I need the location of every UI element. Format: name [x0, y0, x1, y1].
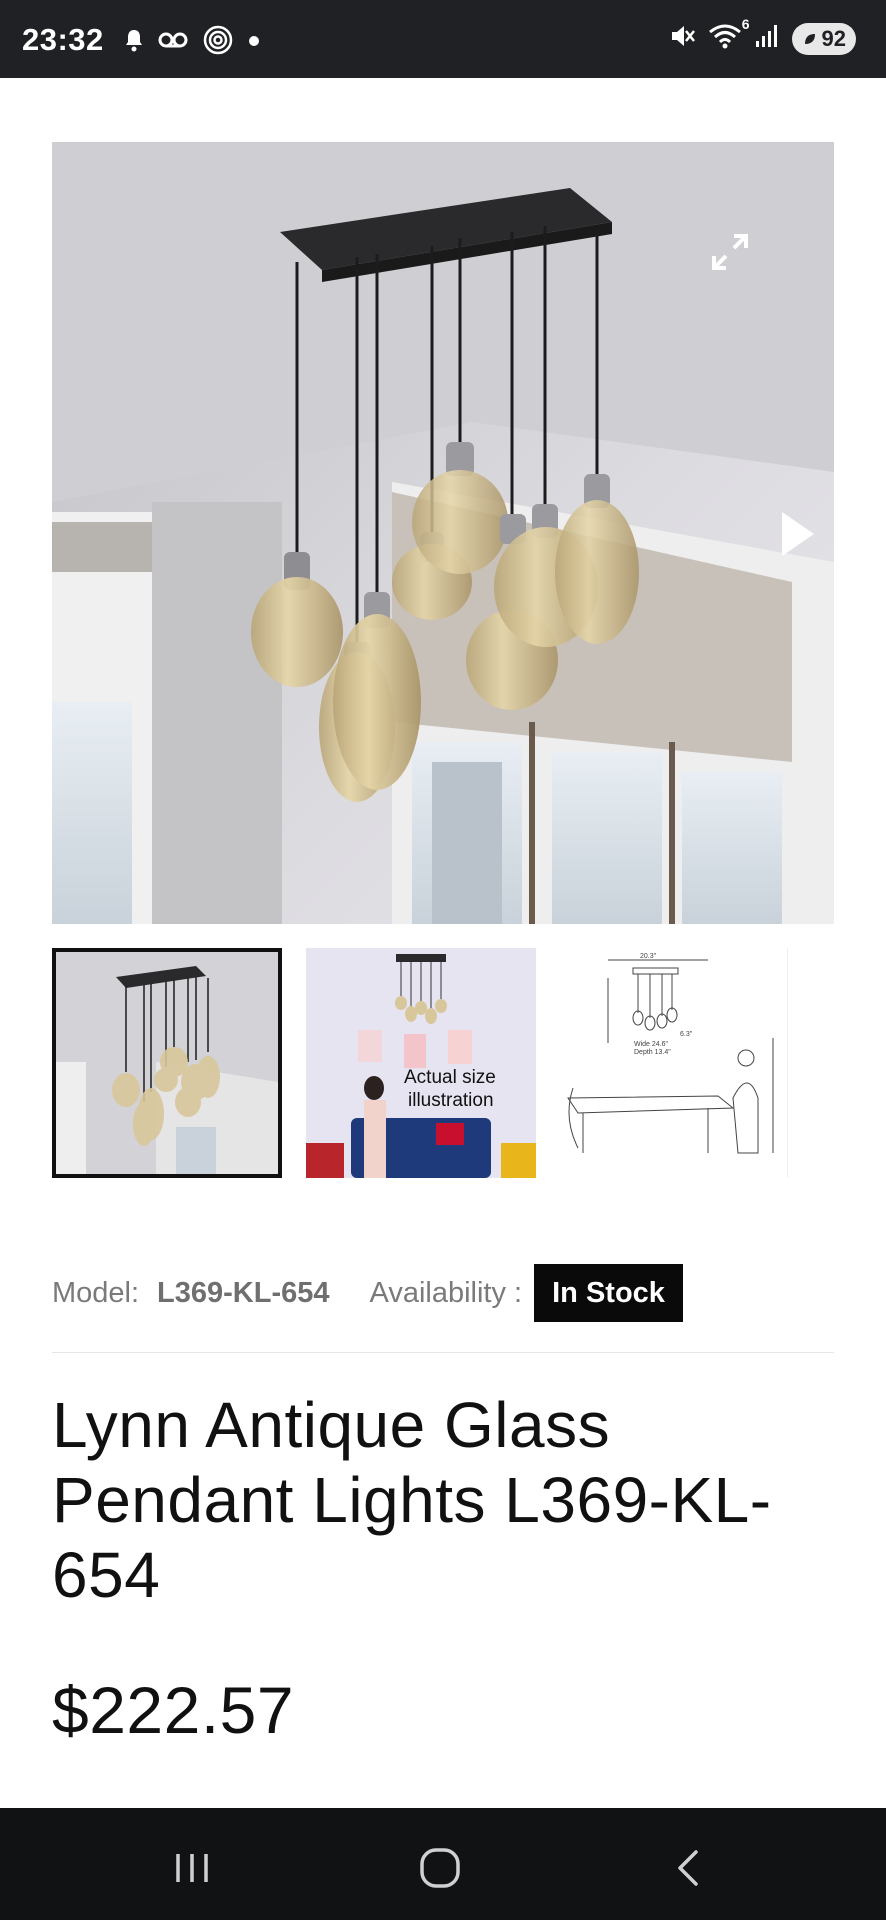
at-sign-icon: [202, 24, 234, 61]
nav-bar: [0, 1808, 886, 1920]
meta-row: Model: L369-KL-654 Availability : In Sto…: [52, 1264, 683, 1322]
thumb-dimensions[interactable]: 20.3" 6.3" Wide 24.6" Depth 13.4": [558, 948, 788, 1178]
status-right-icons: 6 92: [668, 16, 856, 55]
mute-icon: [668, 22, 696, 55]
divider: [52, 1352, 834, 1353]
wifi-label: 6: [741, 16, 750, 32]
dot-icon: [248, 34, 260, 52]
thumbnail-strip: Actual size illustration 20.3" 6.3" Wide…: [52, 948, 834, 1180]
main-product-image[interactable]: [52, 142, 834, 924]
status-left-icons: [124, 24, 260, 61]
voicemail-icon: [158, 30, 188, 55]
thumb-caption-line1: Actual size: [404, 1067, 496, 1088]
svg-text:Wide 24.6": Wide 24.6": [634, 1041, 669, 1048]
back-icon[interactable]: [658, 1838, 718, 1898]
svg-text:20.3": 20.3": [640, 953, 657, 960]
product-title: Lynn Antique Glass Pendant Lights L369-K…: [52, 1389, 772, 1611]
expand-icon[interactable]: [704, 226, 756, 278]
svg-text:6.3": 6.3": [680, 1031, 693, 1038]
availability-label: Availability :: [369, 1276, 523, 1309]
product-price: $222.57: [52, 1673, 295, 1747]
svg-text:Depth 13.4": Depth 13.4": [634, 1049, 671, 1056]
status-bar: 23:32 6 92: [0, 0, 886, 78]
battery-icon: 92: [791, 22, 856, 55]
wifi-icon: 6: [708, 16, 750, 55]
play-next-icon[interactable]: [774, 506, 820, 562]
model-label: Model:: [52, 1276, 140, 1309]
thumb-actual-size-image: Actual size illustration: [306, 948, 536, 1178]
status-time: 23:32: [22, 22, 104, 57]
thumb-dimensions-image: 20.3" 6.3" Wide 24.6"Depth 13.4": [558, 948, 787, 1178]
thumb-actual-size[interactable]: Actual size illustration: [306, 948, 536, 1178]
home-icon[interactable]: [410, 1838, 470, 1898]
bell-icon: [124, 28, 144, 57]
thumb-chandelier-image: [56, 952, 278, 1174]
thumb-chandelier[interactable]: [52, 948, 282, 1178]
model-value: L369-KL-654: [157, 1276, 330, 1309]
thumb-caption-line2: illustration: [408, 1090, 494, 1111]
battery-level: 92: [821, 25, 846, 51]
signal-icon: [754, 23, 780, 54]
recent-apps-icon[interactable]: [162, 1838, 222, 1898]
stock-badge: In Stock: [534, 1264, 683, 1322]
